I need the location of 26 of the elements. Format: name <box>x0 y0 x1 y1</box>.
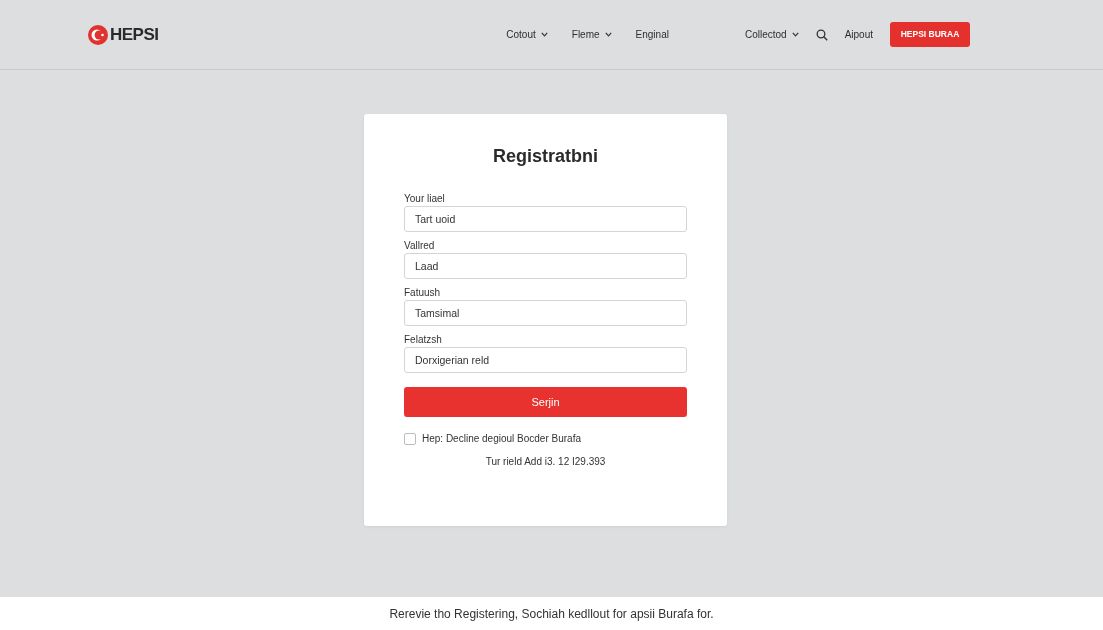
nav-dropdown[interactable]: Cotout <box>506 27 548 42</box>
nav-dropdown[interactable]: Fleme <box>571 27 612 42</box>
chevron-down-icon <box>604 32 612 37</box>
logo-text[interactable]: HEPSI <box>110 21 159 48</box>
input-field[interactable]: Tart uoid <box>404 206 687 232</box>
nav-dropdown[interactable]: Collectod <box>744 27 799 42</box>
form-title: Registratbni <box>492 145 599 167</box>
consent-checkbox[interactable] <box>404 433 416 445</box>
field-label: Your liael <box>404 193 446 205</box>
search-icon[interactable] <box>815 28 828 41</box>
footer-text: Rerevie tho Registering, Sochiah kedllout for apsii Burafa for. <box>389 605 714 623</box>
chevron-down-icon <box>791 32 799 37</box>
logo-icon <box>88 24 108 45</box>
form-note: Tur rield Add i3. 12 I29.393 <box>484 456 607 468</box>
input-field[interactable]: Dorxigerian reld <box>404 347 687 373</box>
cta-button[interactable]: HEPSI BURAA <box>890 22 970 47</box>
input-field[interactable]: Laad <box>404 253 687 279</box>
nav-link[interactable]: Aipout <box>844 27 873 42</box>
consent-label: Hep: Decline degioul Bocder Burafa <box>422 433 581 445</box>
field-label: Felatzsh <box>404 334 443 346</box>
submit-button[interactable]: Serjin <box>404 387 687 417</box>
field-label: Fatuush <box>404 287 442 299</box>
nav-link[interactable]: Enginal <box>635 27 669 42</box>
chevron-down-icon <box>540 32 548 37</box>
field-label: Vallred <box>404 240 436 252</box>
input-field[interactable]: Tamsimal <box>404 300 687 326</box>
